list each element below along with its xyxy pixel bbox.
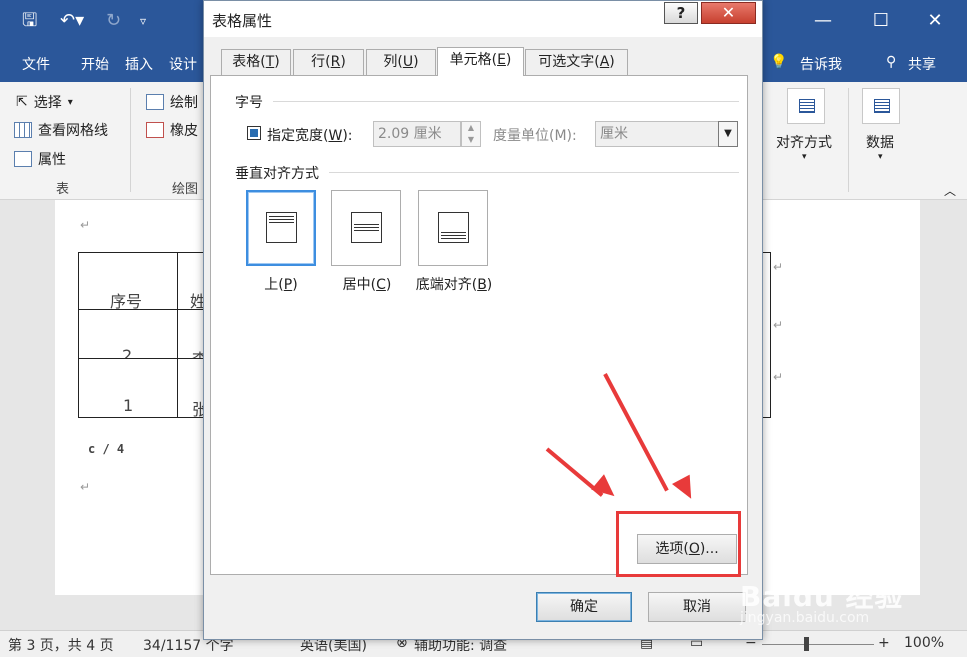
- zoom-slider-thumb[interactable]: [804, 637, 809, 651]
- ribbon-tab-file[interactable]: 文件: [22, 54, 50, 74]
- page-note: c / 4: [88, 442, 125, 456]
- eraser-button[interactable]: 橡皮: [146, 120, 198, 140]
- pencil-icon: [146, 94, 164, 110]
- eraser-label: 橡皮: [170, 123, 198, 139]
- align-top-icon: [266, 212, 297, 243]
- window-close-icon[interactable]: ✕: [920, 8, 950, 34]
- alignment-button[interactable]: 对齐方式: [776, 132, 832, 152]
- paragraph-mark: ↵: [80, 218, 91, 232]
- customize-qat-icon[interactable]: ▿: [140, 10, 146, 32]
- table-right-edge: [763, 252, 771, 418]
- data-button[interactable]: 数据: [866, 132, 894, 152]
- align-bottom-label: 底端对齐(B): [415, 277, 493, 293]
- cancel-button[interactable]: 取消: [648, 592, 746, 622]
- page-count[interactable]: 第 3 页，共 4 页: [8, 635, 114, 655]
- alignment-dropdown-icon: ▾: [802, 152, 807, 162]
- table-cell-number: 1: [123, 396, 134, 415]
- properties-button[interactable]: 属性: [14, 149, 66, 169]
- vertical-alignment-label: 垂直对齐方式: [235, 166, 319, 182]
- align-top-option[interactable]: [246, 190, 316, 266]
- dialog-titlebar: 表格属性 ? ✕: [204, 1, 762, 37]
- ribbon-tab-insert[interactable]: 插入: [125, 54, 153, 74]
- width-spinner[interactable]: ▲ ▼: [461, 121, 481, 147]
- measure-in-label: 度量单位(M):: [493, 128, 577, 144]
- data-dropdown-icon: ▾: [878, 152, 883, 162]
- zoom-level[interactable]: 100%: [904, 635, 944, 651]
- zoom-in-icon[interactable]: +: [878, 635, 890, 651]
- gridlines-icon: [14, 122, 32, 138]
- row-end-mark: ↵: [773, 370, 784, 384]
- preferred-width-label: 指定宽度(W):: [267, 128, 353, 144]
- tab-alt-text[interactable]: 可选文字(A): [525, 49, 628, 75]
- paragraph-mark: ↵: [80, 480, 91, 494]
- tab-cell[interactable]: 单元格(E): [437, 47, 524, 76]
- align-bottom-icon: [438, 212, 469, 243]
- highlight-box: [616, 511, 741, 577]
- view-gridlines-button[interactable]: 查看网格线: [14, 120, 108, 140]
- cursor-icon: ⇱: [16, 94, 28, 110]
- ribbon-separator: [130, 88, 131, 192]
- lightbulb-icon: 💡: [770, 54, 788, 70]
- properties-label: 属性: [38, 152, 66, 168]
- align-center-icon: [351, 212, 382, 243]
- baidu-watermark-url: jingyan.baidu.com: [740, 610, 870, 626]
- width-input[interactable]: 2.09 厘米: [373, 121, 461, 147]
- draw-label: 绘制: [170, 95, 198, 111]
- align-center-label: 居中(C): [342, 277, 392, 293]
- preferred-width-checkbox[interactable]: [247, 126, 261, 140]
- cell-tab-panel: 字号 指定宽度(W): 2.09 厘米 ▲ ▼ 度量单位(M): 厘米 ▼ 垂直…: [210, 75, 748, 575]
- select-button[interactable]: ⇱ 选择 ▾: [16, 92, 73, 112]
- group-label-draw: 绘图: [172, 182, 199, 197]
- tab-row[interactable]: 行(R): [293, 49, 364, 75]
- align-center-option[interactable]: [331, 190, 401, 266]
- spin-down-icon[interactable]: ▼: [462, 134, 480, 146]
- tell-me-box[interactable]: 告诉我: [800, 54, 842, 74]
- chevron-down-icon[interactable]: ▼: [718, 121, 738, 147]
- share-button[interactable]: 共享: [908, 54, 936, 74]
- view-gridlines-label: 查看网格线: [38, 123, 108, 139]
- dialog-title: 表格属性: [212, 12, 273, 30]
- draw-table-button[interactable]: 绘制: [146, 92, 198, 112]
- redo-icon[interactable]: ↻: [106, 10, 121, 32]
- section-divider: [273, 101, 739, 102]
- zoom-slider[interactable]: [762, 644, 874, 645]
- alignment-icon[interactable]: [787, 88, 825, 124]
- ok-button[interactable]: 确定: [536, 592, 632, 622]
- baidu-watermark: Baidu 经验: [740, 580, 904, 613]
- ribbon-tab-design[interactable]: 设计: [169, 54, 197, 74]
- ribbon-separator: [848, 88, 849, 192]
- dialog-close-button[interactable]: ✕: [701, 2, 756, 24]
- maximize-icon[interactable]: ☐: [866, 8, 896, 34]
- save-icon[interactable]: 🖫: [22, 10, 37, 32]
- eraser-icon: [146, 122, 164, 138]
- select-label: 选择: [33, 95, 62, 111]
- collapse-ribbon-icon[interactable]: ︿: [944, 182, 956, 199]
- tab-column[interactable]: 列(U): [366, 49, 436, 75]
- tab-table[interactable]: 表格(T): [221, 49, 291, 75]
- align-bottom-option[interactable]: [418, 190, 488, 266]
- person-icon: ⚲: [886, 54, 897, 70]
- help-button[interactable]: ?: [664, 2, 698, 24]
- undo-icon[interactable]: ↶▾: [60, 10, 84, 32]
- measure-in-select[interactable]: 厘米: [595, 121, 719, 147]
- section-divider: [329, 172, 739, 173]
- ribbon-tab-home[interactable]: 开始: [81, 54, 109, 74]
- row-end-mark: ↵: [773, 318, 784, 332]
- spin-up-icon[interactable]: ▲: [462, 122, 480, 134]
- group-label-table: 表: [56, 182, 70, 197]
- data-icon[interactable]: [862, 88, 900, 124]
- properties-icon: [14, 151, 32, 167]
- minimize-icon[interactable]: —: [808, 8, 838, 34]
- size-section-label: 字号: [235, 95, 263, 111]
- table-cell-number: 2: [122, 346, 133, 358]
- table-header-number: 序号: [110, 292, 143, 311]
- align-top-label: 上(P): [264, 277, 298, 293]
- row-end-mark: ↵: [773, 260, 784, 274]
